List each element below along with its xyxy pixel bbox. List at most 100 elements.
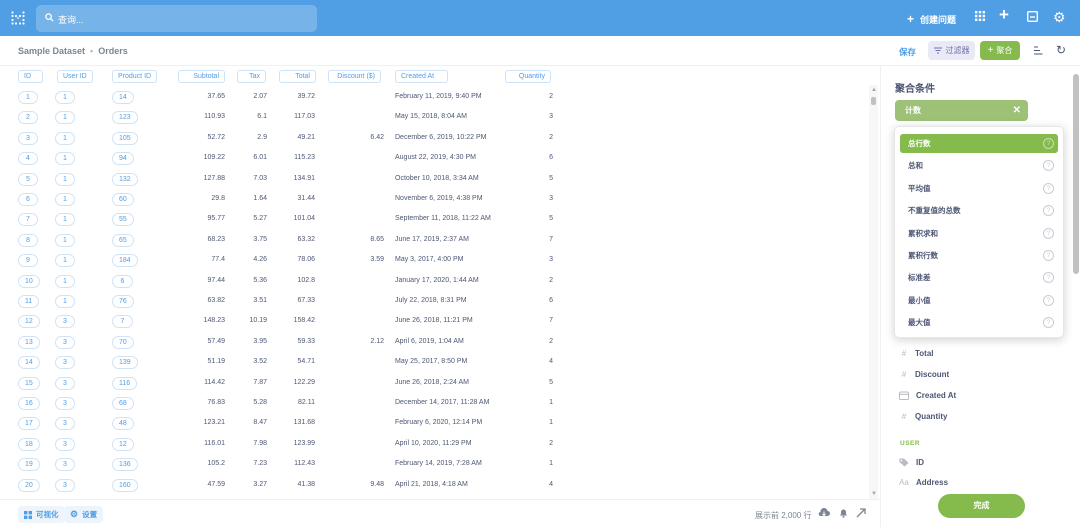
help-icon[interactable]: ? bbox=[1043, 182, 1054, 194]
close-icon[interactable]: ✕ bbox=[1013, 100, 1021, 121]
cell-user-id[interactable]: 1 bbox=[55, 274, 75, 288]
cell-user-id[interactable]: 1 bbox=[55, 213, 75, 227]
help-icon[interactable]: ? bbox=[1043, 250, 1054, 261]
cell-id[interactable]: 5 bbox=[18, 172, 38, 186]
cell-product-id[interactable]: 160 bbox=[112, 478, 138, 492]
cell-id[interactable]: 13 bbox=[18, 335, 40, 349]
aggregation-option[interactable]: 最小值? bbox=[900, 291, 1058, 310]
cell-product-id[interactable]: 55 bbox=[112, 213, 134, 227]
selected-aggregation[interactable]: 计数 ✕ bbox=[895, 100, 1028, 121]
aggregation-option[interactable]: 累积行数? bbox=[900, 246, 1058, 265]
cell-user-id[interactable]: 1 bbox=[55, 254, 75, 268]
column-header-id[interactable]: ID bbox=[18, 70, 43, 83]
column-header-subtotal[interactable]: Subtotal bbox=[178, 70, 225, 83]
sidebar-scroll-thumb[interactable] bbox=[1073, 74, 1079, 274]
cell-id[interactable]: 11 bbox=[18, 295, 40, 308]
settings-button[interactable]: ⚙ 设置 bbox=[64, 506, 104, 523]
cell-product-id[interactable]: 116 bbox=[112, 376, 138, 390]
cell-user-id[interactable]: 1 bbox=[55, 131, 75, 145]
aggregation-option[interactable]: 不重复值的总数? bbox=[900, 201, 1058, 220]
create-question-button[interactable]: + 创建问题 bbox=[907, 12, 956, 26]
cell-id[interactable]: 19 bbox=[18, 458, 40, 472]
field-total[interactable]: # Total bbox=[900, 349, 934, 358]
cell-product-id[interactable]: 6 bbox=[112, 274, 133, 288]
column-header-created-at[interactable]: Created At bbox=[395, 70, 448, 83]
search-bar[interactable]: 查询... bbox=[36, 5, 317, 32]
column-header-discount[interactable]: Discount ($) bbox=[328, 70, 381, 83]
cell-id[interactable]: 15 bbox=[18, 376, 40, 390]
field-user-address[interactable]: Aa Address bbox=[899, 478, 948, 487]
aggregation-option[interactable]: 平均值? bbox=[900, 179, 1058, 198]
sort-icon[interactable] bbox=[1034, 46, 1043, 55]
aggregation-option[interactable]: 标准差? bbox=[900, 268, 1058, 287]
filter-button[interactable]: 过滤器 bbox=[928, 41, 975, 60]
cell-user-id[interactable]: 1 bbox=[55, 193, 75, 206]
cell-id[interactable]: 18 bbox=[18, 437, 40, 451]
column-header-total[interactable]: Total bbox=[279, 70, 316, 83]
cell-product-id[interactable]: 139 bbox=[112, 356, 138, 370]
cell-product-id[interactable]: 68 bbox=[112, 397, 134, 410]
aggregate-button[interactable]: + 聚合 bbox=[980, 41, 1020, 60]
grid-icon[interactable] bbox=[975, 11, 985, 21]
cell-user-id[interactable]: 1 bbox=[55, 91, 75, 104]
aggregation-option[interactable]: 总和? bbox=[900, 156, 1058, 175]
help-icon[interactable]: ? bbox=[1043, 294, 1054, 306]
cell-product-id[interactable]: 48 bbox=[112, 417, 134, 431]
cell-id[interactable]: 1 bbox=[18, 91, 38, 104]
cell-user-id[interactable]: 3 bbox=[55, 417, 75, 431]
cell-user-id[interactable]: 3 bbox=[55, 478, 75, 492]
field-created-at[interactable]: Created At bbox=[899, 391, 956, 400]
cell-product-id[interactable]: 65 bbox=[112, 233, 134, 247]
cell-id[interactable]: 6 bbox=[18, 193, 38, 206]
cell-id[interactable]: 20 bbox=[18, 478, 40, 492]
field-user-id[interactable]: ID bbox=[899, 458, 924, 467]
aggregation-option[interactable]: 总行数? bbox=[900, 134, 1058, 153]
cell-product-id[interactable]: 76 bbox=[112, 295, 134, 308]
note-icon[interactable] bbox=[1027, 11, 1038, 22]
breadcrumb-database[interactable]: Sample Dataset bbox=[18, 46, 85, 56]
cell-id[interactable]: 8 bbox=[18, 233, 38, 247]
cell-user-id[interactable]: 1 bbox=[55, 295, 75, 308]
aggregation-option[interactable]: 累积求和? bbox=[900, 224, 1058, 243]
cell-id[interactable]: 16 bbox=[18, 397, 40, 410]
cell-user-id[interactable]: 3 bbox=[55, 356, 75, 370]
column-header-tax[interactable]: Tax bbox=[237, 70, 266, 83]
cell-product-id[interactable]: 60 bbox=[112, 193, 134, 206]
visualize-button[interactable]: 可视化 bbox=[18, 506, 65, 523]
field-quantity[interactable]: # Quantity bbox=[900, 412, 948, 421]
cell-id[interactable]: 2 bbox=[18, 111, 38, 125]
cell-product-id[interactable]: 12 bbox=[112, 437, 134, 451]
cell-user-id[interactable]: 3 bbox=[55, 315, 75, 329]
cell-id[interactable]: 3 bbox=[18, 131, 38, 145]
breadcrumb-table[interactable]: Orders bbox=[98, 46, 128, 56]
help-icon[interactable]: ? bbox=[1043, 227, 1054, 239]
cell-user-id[interactable]: 3 bbox=[55, 458, 75, 472]
cell-id[interactable]: 10 bbox=[18, 274, 40, 288]
cell-product-id[interactable]: 94 bbox=[112, 152, 134, 166]
cell-user-id[interactable]: 3 bbox=[55, 437, 75, 451]
cell-product-id[interactable]: 132 bbox=[112, 172, 138, 186]
cell-product-id[interactable]: 136 bbox=[112, 458, 138, 472]
add-icon[interactable]: + bbox=[999, 6, 1009, 23]
cell-product-id[interactable]: 123 bbox=[112, 111, 138, 125]
download-icon[interactable] bbox=[818, 508, 830, 518]
cell-id[interactable]: 4 bbox=[18, 152, 38, 166]
cell-user-id[interactable]: 1 bbox=[55, 233, 75, 247]
table-scrollbar[interactable]: ▲ ▼ bbox=[869, 85, 878, 499]
column-header-quantity[interactable]: Quantity bbox=[505, 70, 551, 83]
help-icon[interactable]: ? bbox=[1043, 160, 1054, 172]
scroll-down-icon[interactable]: ▼ bbox=[871, 491, 877, 497]
aggregation-option[interactable]: 最大值? bbox=[900, 313, 1058, 332]
scroll-up-icon[interactable]: ▲ bbox=[871, 87, 877, 93]
save-button[interactable]: 保存 bbox=[899, 46, 916, 58]
cell-product-id[interactable]: 105 bbox=[112, 131, 138, 145]
cell-user-id[interactable]: 1 bbox=[55, 172, 75, 186]
cell-product-id[interactable]: 14 bbox=[112, 91, 134, 104]
cell-id[interactable]: 17 bbox=[18, 417, 40, 431]
cell-user-id[interactable]: 1 bbox=[55, 152, 75, 166]
column-header-user-id[interactable]: User ID bbox=[57, 70, 93, 83]
cell-id[interactable]: 12 bbox=[18, 315, 40, 329]
done-button[interactable]: 完成 bbox=[938, 494, 1025, 518]
bell-icon[interactable] bbox=[839, 508, 848, 518]
expand-arrow-icon[interactable] bbox=[856, 508, 866, 518]
